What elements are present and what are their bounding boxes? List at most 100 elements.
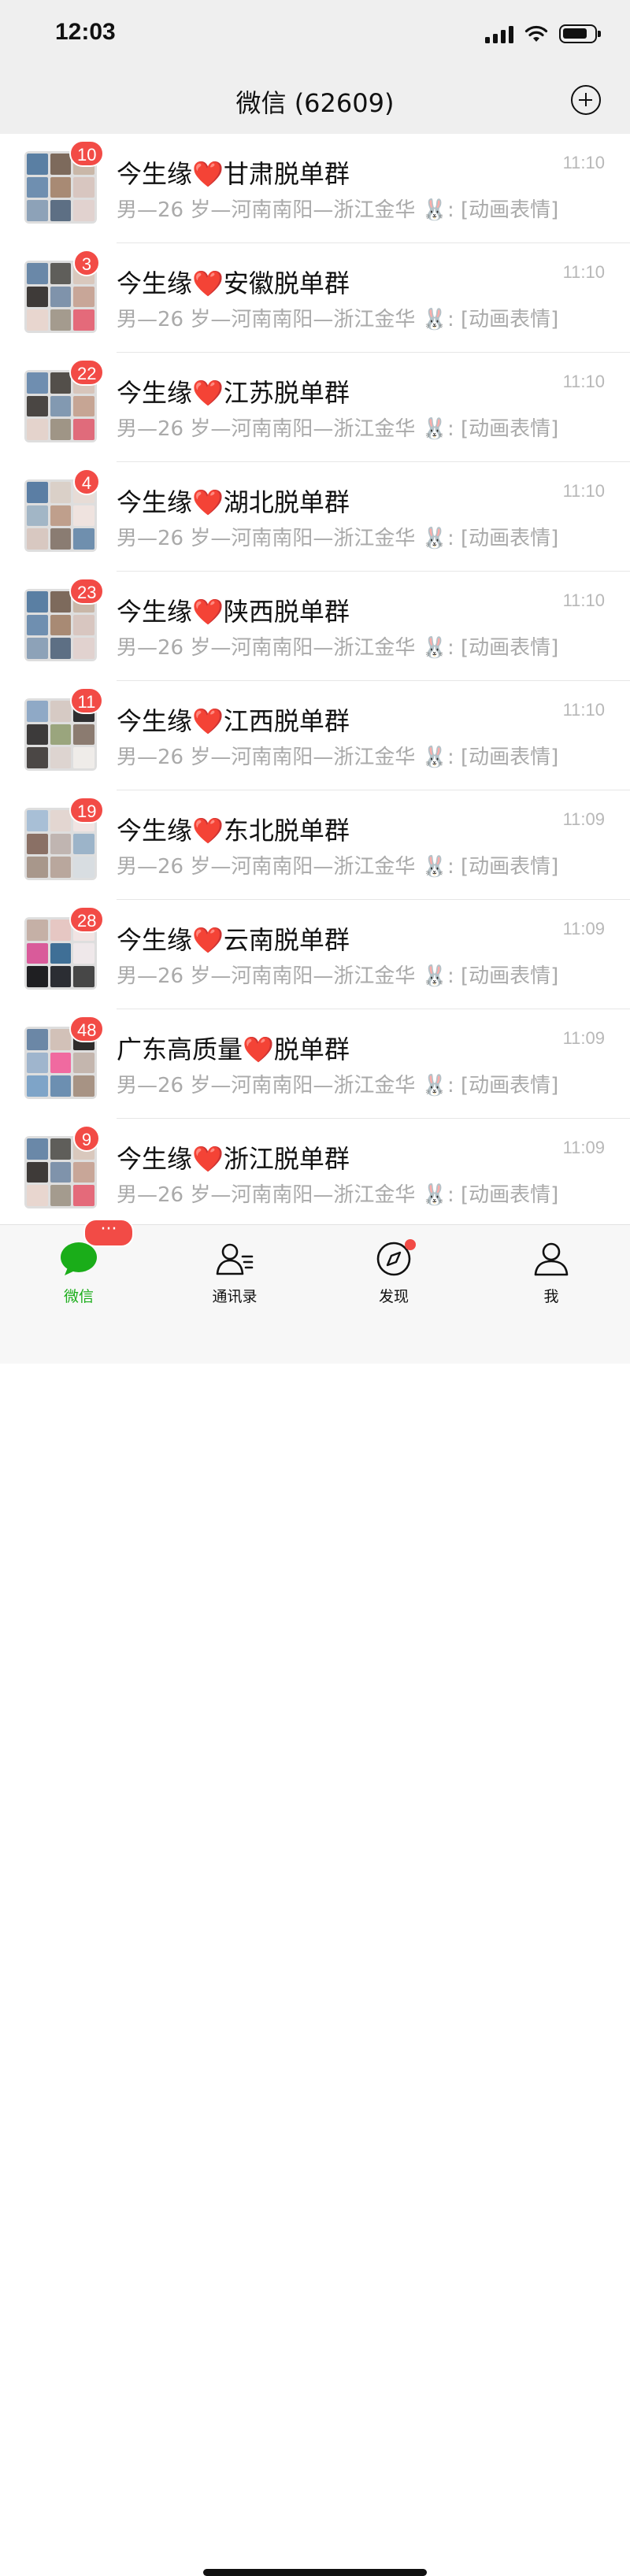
heart-icon: ❤️ (192, 1144, 224, 1174)
chat-title-prefix: 今生缘 (117, 816, 193, 846)
chat-list: 10 今生缘❤️甘肃脱单群 男—26 岁—河南南阳—浙江金华 🐰: [动画表情] 11… (0, 134, 630, 1228)
tab-bar: ··· 微信 通讯录 发现 我 (0, 1219, 630, 2576)
battery-icon (559, 24, 601, 43)
chat-row[interactable]: 22 今生缘❤️江苏脱单群男—26 岁—河南南阳—浙江金华 🐰: [动画表情] 11… (0, 353, 630, 462)
heart-icon: ❤️ (192, 268, 224, 298)
chat-title-suffix: 东北脱单群 (223, 816, 350, 846)
chat-title-suffix: 云南脱单群 (223, 925, 350, 955)
cellular-signal-icon (485, 24, 513, 43)
unread-badge: 10 (69, 140, 105, 167)
unread-badge: 4 (73, 468, 100, 495)
page-title: 微信 (62609) (235, 88, 395, 118)
heart-icon: ❤️ (192, 487, 224, 517)
chat-time: 11:09 (562, 809, 605, 829)
chat-title-prefix: 今生缘 (117, 597, 193, 627)
tab-chats-label: 微信 (63, 1288, 94, 1305)
heart-icon: ❤️ (243, 1034, 274, 1064)
chat-time: 11:10 (562, 153, 605, 172)
tab-contacts[interactable]: 通讯录 (156, 1225, 313, 1312)
chat-title: 广东高质量❤️脱单群 (117, 1030, 350, 1066)
chat-title-prefix: 今生缘 (117, 706, 193, 736)
chat-time: 11:09 (562, 919, 605, 938)
chat-title-prefix: 今生缘 (117, 925, 193, 955)
tab-chats[interactable]: ··· 微信 (0, 1219, 158, 1312)
chat-time: 11:10 (562, 481, 605, 501)
tab-me[interactable]: 我 (472, 1225, 630, 1312)
chat-time: 11:09 (562, 1028, 605, 1048)
chat-title-prefix: 今生缘 (117, 1144, 193, 1174)
chat-row[interactable]: 11 今生缘❤️江西脱单群男—26 岁—河南南阳—浙江金华 🐰: [动画表情] 11… (0, 681, 630, 790)
chat-title-prefix: 今生缘 (117, 487, 193, 517)
chat-title-suffix: 陕西脱单群 (223, 597, 350, 627)
chat-row[interactable]: 4 今生缘❤️湖北脱单群男—26 岁—河南南阳—浙江金华 🐰: [动画表情] 11:… (0, 462, 630, 572)
chat-title-prefix: 今生缘 (117, 378, 193, 408)
chat-title: 今生缘❤️云南脱单群 (117, 920, 350, 957)
chat-title: 今生缘❤️甘肃脱单群 (117, 154, 350, 191)
heart-icon: ❤️ (192, 597, 224, 627)
chat-title: 今生缘❤️江西脱单群 (117, 701, 350, 738)
home-indicator (203, 2569, 427, 2576)
top-bar: 12:03 微信 (62609) (0, 0, 630, 134)
chat-last-message: 男—26 岁—河南南阳—浙江金华 🐰: [动画表情] (117, 636, 559, 660)
heart-icon: ❤️ (192, 925, 224, 955)
person-icon (534, 1242, 569, 1276)
chat-title-prefix: 广东高质量 (117, 1034, 243, 1064)
chat-last-message: 男—26 岁—河南南阳—浙江金华 🐰: [动画表情] (117, 964, 559, 988)
chat-last-message: 男—26 岁—河南南阳—浙江金华 🐰: [动画表情] (117, 1074, 559, 1097)
chat-time: 11:10 (562, 700, 605, 720)
unread-badge: 9 (73, 1125, 100, 1152)
chat-row[interactable]: 23 今生缘❤️陕西脱单群男—26 岁—河南南阳—浙江金华 🐰: [动画表情] 11… (0, 572, 630, 681)
chat-last-message: 男—26 岁—河南南阳—浙江金华 🐰: [动画表情] (117, 308, 559, 331)
tab-discover[interactable]: 发现 (315, 1225, 472, 1312)
chat-last-message: 男—26 岁—河南南阳—浙江金华 🐰: [动画表情] (117, 198, 559, 222)
chat-row[interactable]: 28 今生缘❤️云南脱单群男—26 岁—河南南阳—浙江金华 🐰: [动画表情] 11… (0, 900, 630, 1009)
status-icons (485, 22, 601, 46)
chat-title-prefix: 今生缘 (117, 268, 193, 298)
unread-badge: 11 (69, 687, 104, 714)
status-time: 12:03 (55, 19, 116, 45)
unread-badge: 23 (69, 578, 105, 605)
chat-title-suffix: 江西脱单群 (223, 706, 350, 736)
chat-time: 11:09 (562, 1138, 605, 1157)
chat-title: 今生缘❤️陕西脱单群 (117, 592, 350, 628)
chat-last-message: 男—26 岁—河南南阳—浙江金华 🐰: [动画表情] (117, 417, 559, 441)
chat-title-suffix: 安徽脱单群 (223, 268, 350, 298)
chat-title-suffix: 湖北脱单群 (223, 487, 350, 517)
chat-last-message: 男—26 岁—河南南阳—浙江金华 🐰: [动画表情] (117, 527, 559, 550)
chat-time: 11:10 (562, 262, 605, 282)
chat-title-suffix: 脱单群 (273, 1034, 350, 1064)
chat-last-message: 男—26 岁—河南南阳—浙江金华 🐰: [动画表情] (117, 855, 559, 879)
chat-title: 今生缘❤️安徽脱单群 (117, 264, 350, 300)
chat-row[interactable]: 48 广东高质量❤️脱单群男—26 岁—河南南阳—浙江金华 🐰: [动画表情] 11… (0, 1009, 630, 1119)
chat-title-suffix: 浙江脱单群 (223, 1144, 350, 1174)
chat-title: 今生缘❤️浙江脱单群 (117, 1139, 350, 1175)
unread-badge: 28 (69, 906, 105, 933)
chat-last-message: 男—26 岁—河南南阳—浙江金华 🐰: [动画表情] (117, 1183, 559, 1207)
chat-title-prefix: 今生缘 (117, 159, 193, 189)
chat-last-message: 男—26 岁—河南南阳—浙江金华 🐰: [动画表情] (117, 746, 559, 769)
unread-badge: 19 (69, 797, 105, 824)
chat-title: 今生缘❤️湖北脱单群 (117, 483, 350, 519)
chat-title-suffix: 江苏脱单群 (223, 378, 350, 408)
chat-title: 今生缘❤️东北脱单群 (117, 811, 350, 847)
add-plus-button[interactable] (571, 85, 601, 115)
unread-badge: 48 (69, 1016, 105, 1042)
heart-icon: ❤️ (192, 816, 224, 846)
chat-time: 11:10 (562, 590, 605, 610)
heart-icon: ❤️ (192, 378, 224, 408)
chat-time: 11:10 (562, 372, 605, 391)
heart-icon: ❤️ (192, 159, 224, 189)
chat-row[interactable]: 3 今生缘❤️安徽脱单群 男—26 岁—河南南阳—浙江金华 🐰: [动画表情] 11:… (0, 243, 630, 353)
chat-title-suffix: 甘肃脱单群 (223, 159, 350, 189)
unread-badge: 22 (69, 359, 105, 386)
chat-row[interactable]: 19 今生缘❤️东北脱单群男—26 岁—河南南阳—浙江金华 🐰: [动画表情] 11… (0, 790, 630, 900)
chat-row[interactable]: 9 今生缘❤️浙江脱单群男—26 岁—河南南阳—浙江金华 🐰: [动画表情] 11:… (0, 1119, 630, 1228)
tab-contacts-label: 通讯录 (212, 1288, 258, 1305)
tab-chats-badge: ··· (83, 1219, 134, 1247)
chat-row[interactable]: 10 今生缘❤️甘肃脱单群男—26 岁—河南南阳—浙江金华 🐰: [动画表情] 11… (0, 134, 630, 243)
tab-discover-label: 发现 (378, 1288, 409, 1305)
contacts-icon (216, 1243, 254, 1275)
heart-icon: ❤️ (192, 706, 224, 736)
wifi-icon (524, 25, 548, 42)
tab-me-label: 我 (543, 1288, 559, 1305)
